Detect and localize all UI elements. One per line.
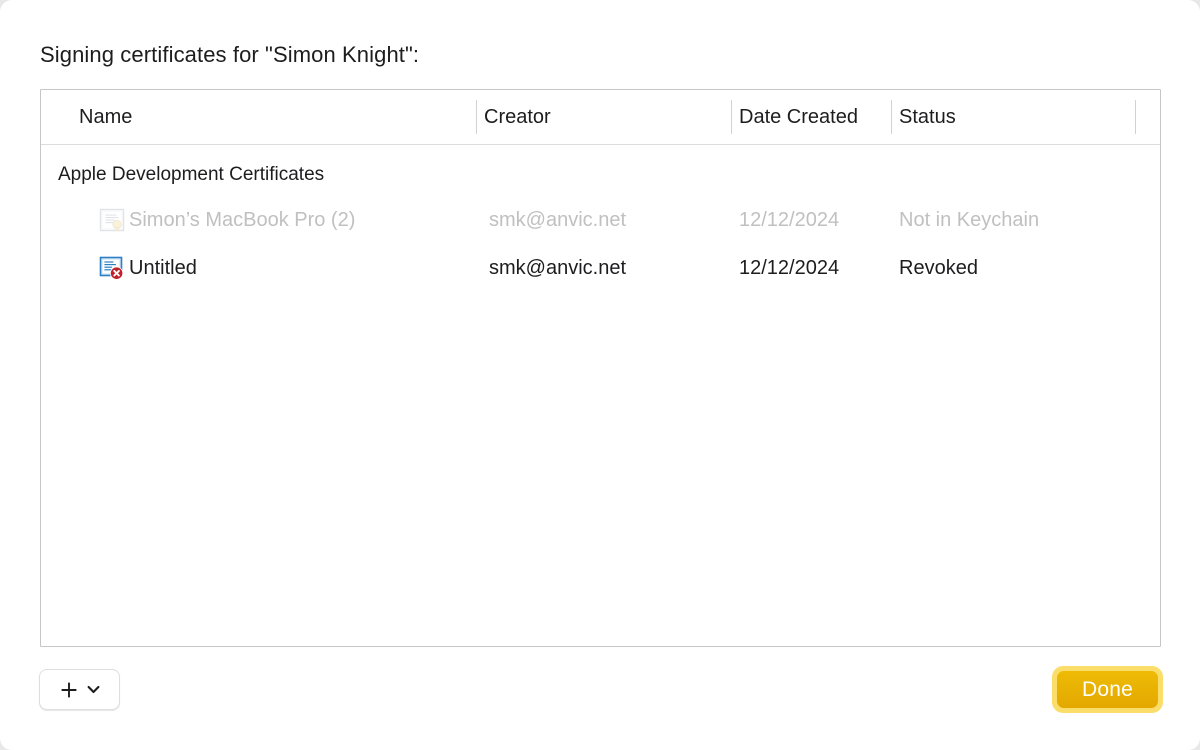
column-divider-2[interactable] [731, 100, 732, 134]
cell-date-created: 12/12/2024 [739, 257, 840, 279]
column-header-status[interactable]: Status [899, 90, 956, 144]
column-divider-3[interactable] [891, 100, 892, 134]
done-button-label: Done [1081, 677, 1133, 701]
add-certificate-button[interactable] [39, 669, 120, 710]
certificates-table: Name Creator Date Created Status Apple D… [40, 89, 1161, 647]
cell-status: Not in Keychain [899, 209, 1040, 231]
table-row[interactable]: Untitled smk@anvic.net 12/12/2024 Revoke… [41, 244, 1160, 292]
table-body: Apple Development Certificates Simon’s M… [41, 145, 1160, 646]
column-header-name[interactable]: Name [79, 90, 132, 144]
column-divider-1[interactable] [476, 100, 477, 134]
cell-name: Untitled [99, 244, 197, 292]
column-divider-4[interactable] [1135, 100, 1136, 134]
table-row[interactable]: Simon’s MacBook Pro (2) smk@anvic.net 12… [41, 196, 1160, 244]
cell-name: Simon’s MacBook Pro (2) [99, 196, 355, 244]
cell-creator: smk@anvic.net [489, 257, 627, 279]
cell-status: Revoked [899, 257, 978, 279]
signing-certificates-dialog: Signing certificates for "Simon Knight":… [0, 0, 1200, 750]
table-header-row: Name Creator Date Created Status [41, 90, 1160, 145]
page-title: Signing certificates for "Simon Knight": [40, 42, 420, 67]
certificate-name: Simon’s MacBook Pro (2) [129, 209, 356, 231]
done-button[interactable]: Done [1057, 671, 1158, 708]
cell-date-created: 12/12/2024 [739, 209, 840, 231]
certificate-icon [99, 207, 125, 233]
cell-creator: smk@anvic.net [489, 209, 627, 231]
column-header-creator[interactable]: Creator [484, 90, 551, 144]
certificate-name: Untitled [129, 257, 197, 279]
group-header-label: Apple Development Certificates [58, 164, 325, 185]
column-header-date-created[interactable]: Date Created [739, 90, 858, 144]
plus-icon [59, 680, 79, 700]
chevron-down-icon [86, 682, 101, 697]
done-button-focus-ring: Done [1052, 666, 1163, 713]
certificate-revoked-icon [99, 255, 125, 281]
